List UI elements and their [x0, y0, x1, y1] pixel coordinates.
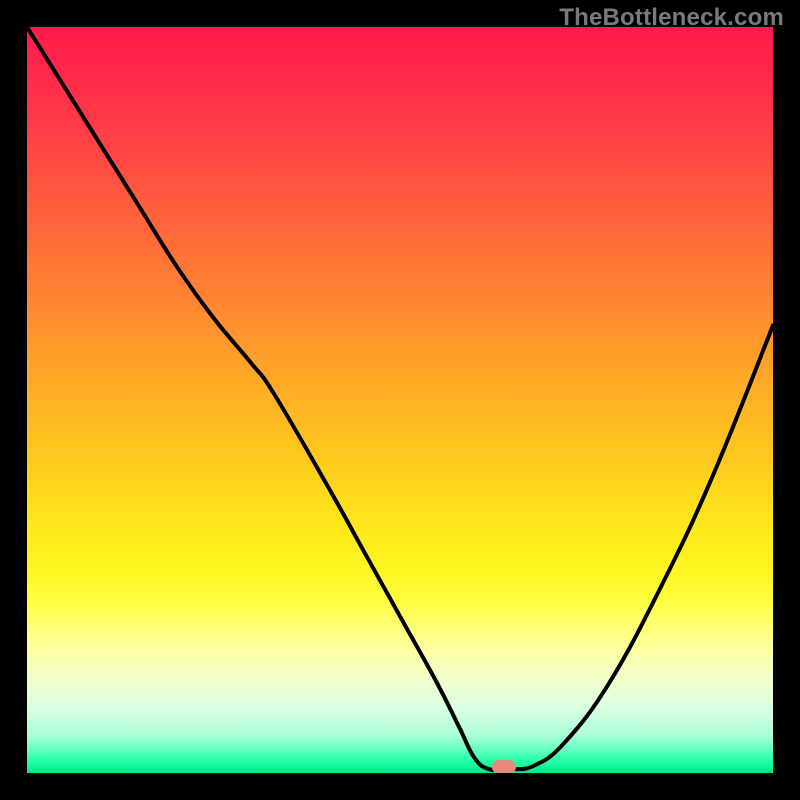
optimal-point-marker	[492, 760, 516, 773]
plot-area	[27, 27, 773, 773]
chart-frame: TheBottleneck.com	[0, 0, 800, 800]
bottleneck-curve	[27, 27, 773, 773]
